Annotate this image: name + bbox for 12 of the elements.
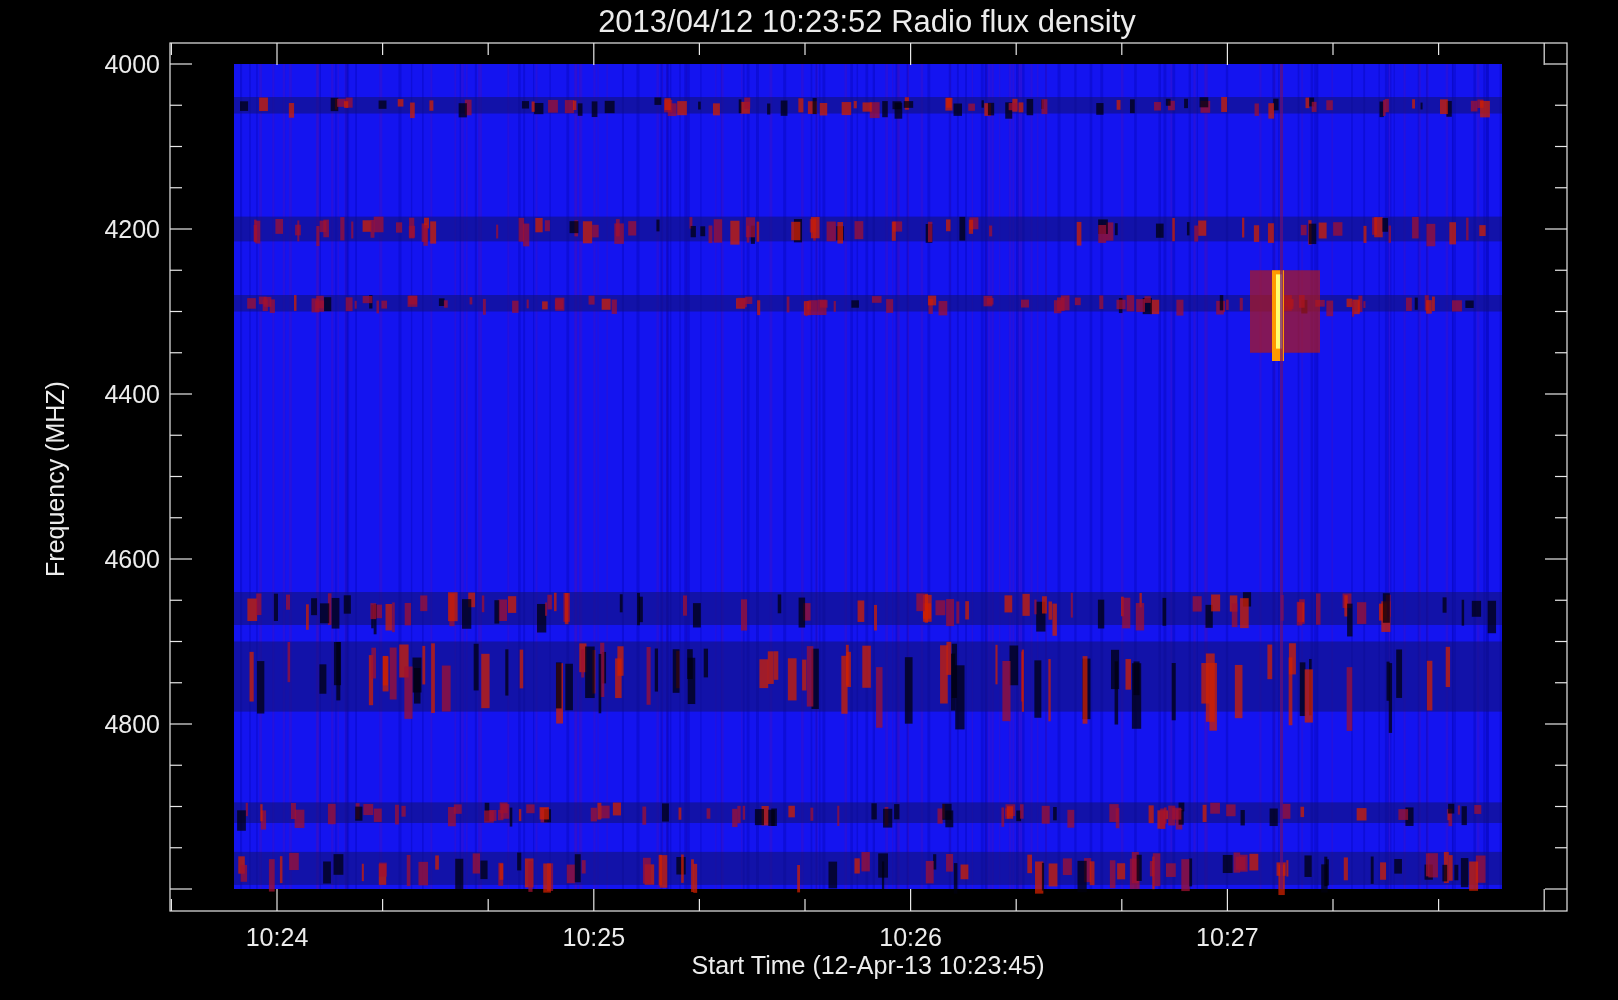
- y-tick-label: 4800: [104, 710, 160, 738]
- y-tick-label: 4200: [104, 215, 160, 243]
- y-axis-label: Frequency (MHZ): [41, 381, 69, 577]
- chart-title: 2013/04/12 10:23:52 Radio flux density: [598, 4, 1136, 39]
- x-axis-label: Start Time (12-Apr-13 10:23:45): [691, 951, 1045, 979]
- x-tick-label: 10:27: [1196, 923, 1259, 951]
- x-tick-label: 10:24: [245, 923, 309, 951]
- x-tick-label: 10:26: [879, 923, 942, 951]
- y-tick-label: 4600: [104, 545, 160, 573]
- y-tick-label: 4000: [104, 50, 160, 78]
- x-tick-label: 10:25: [562, 923, 626, 951]
- y-tick-label: 4400: [104, 380, 160, 408]
